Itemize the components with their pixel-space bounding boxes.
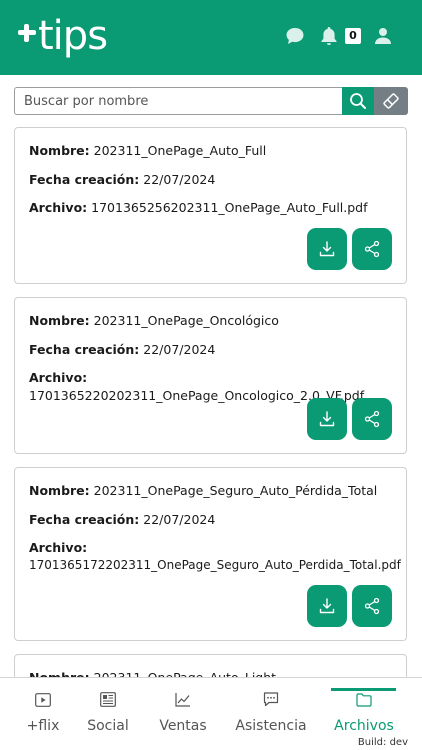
fecha-value: 22/07/2024 — [143, 172, 216, 187]
archivo-value: 1701365172202311_OnePage_Seguro_Auto_Per… — [29, 558, 401, 572]
nombre-row: Nombre: 202311_OnePage_Auto_Full — [29, 142, 266, 160]
archivo-label: Archivo: — [29, 370, 88, 385]
share-button[interactable] — [352, 398, 392, 440]
download-button[interactable] — [307, 585, 347, 627]
nombre-row: Nombre: 202311_OnePage_Oncológico — [29, 312, 279, 330]
nav-item-social[interactable]: Social — [80, 678, 136, 738]
download-icon — [319, 598, 335, 614]
nombre-value: 202311_OnePage_Seguro_Auto_Pérdida_Total — [93, 483, 378, 498]
share-icon — [364, 597, 380, 615]
share-icon — [364, 240, 380, 258]
logo-text: tips — [38, 13, 108, 59]
nombre-row: Nombre: 202311_OnePage_Seguro_Auto_Pérdi… — [29, 482, 377, 500]
archivo-label: Archivo: — [29, 200, 88, 215]
file-card: Nombre: 202311_OnePage_Oncológico Fecha … — [14, 297, 407, 454]
app-header: tips 0 — [0, 0, 422, 75]
nav-item-archivos[interactable]: Archivos — [330, 678, 398, 738]
plus-logo-icon — [18, 24, 36, 42]
nav-label: Archivos — [334, 718, 394, 734]
fecha-label: Fecha creación: — [29, 342, 140, 357]
download-icon — [319, 241, 335, 257]
folder-icon — [356, 692, 372, 711]
fecha-value: 22/07/2024 — [143, 342, 216, 357]
nombre-value: 202311_OnePage_Oncológico — [93, 313, 279, 328]
share-icon — [364, 410, 380, 428]
archivo-row: Archivo: 170136525620​2311_OnePage_Auto_… — [29, 199, 368, 217]
bell-icon[interactable] — [320, 26, 338, 50]
fecha-row: Fecha creación: 22/07/2024 — [29, 511, 215, 529]
archivo-row: Archivo: — [29, 539, 87, 557]
file-card: Nombre: 202311_OnePage_Seguro_Auto_Pérdi… — [14, 467, 407, 641]
search-bar — [14, 87, 408, 115]
nombre-label: Nombre: — [29, 313, 90, 328]
fecha-row: Fecha creación: 22/07/2024 — [29, 171, 215, 189]
nav-label: Asistencia — [235, 718, 307, 734]
archivo-value: 170136525620​2311_OnePage_Auto_Full.pdf — [91, 200, 368, 215]
clear-search-button[interactable] — [374, 87, 408, 115]
tips-logo[interactable]: tips — [18, 12, 108, 60]
nav-item-ventas[interactable]: Ventas — [154, 678, 212, 738]
file-card: Nombre: 202311_OnePage_Auto_Full Fecha c… — [14, 127, 407, 284]
notification-badge: 0 — [345, 28, 361, 44]
share-button[interactable] — [352, 585, 392, 627]
user-icon[interactable] — [375, 27, 391, 49]
archivo-label: Archivo: — [29, 540, 88, 555]
download-button[interactable] — [307, 398, 347, 440]
fecha-label: Fecha creación: — [29, 172, 140, 187]
nav-label: Social — [87, 718, 129, 734]
download-icon — [319, 411, 335, 427]
share-button[interactable] — [352, 228, 392, 270]
play-icon — [35, 692, 51, 711]
nav-label: +flix — [26, 718, 60, 734]
nav-item-asistencia[interactable]: Asistencia — [232, 678, 310, 738]
nav-label: Ventas — [159, 718, 207, 734]
fecha-row: Fecha creación: 22/07/2024 — [29, 341, 215, 359]
message-icon — [263, 692, 279, 711]
search-input[interactable] — [14, 87, 342, 115]
trend-chart-icon — [175, 692, 191, 711]
nombre-label: Nombre: — [29, 143, 90, 158]
eraser-icon — [383, 93, 399, 109]
build-label: Build: dev — [357, 737, 408, 748]
nombre-value: 202311_OnePage_Auto_Full — [93, 143, 267, 158]
download-button[interactable] — [307, 228, 347, 270]
chat-icon[interactable] — [285, 26, 305, 50]
nav-item-flix[interactable]: +flix — [14, 678, 72, 738]
fecha-value: 22/07/2024 — [143, 512, 216, 527]
nombre-label: Nombre: — [29, 483, 90, 498]
fecha-label: Fecha creación: — [29, 512, 140, 527]
archivo-row: Archivo: 1701365220202311_OnePage_Oncolo… — [29, 369, 406, 405]
newspaper-icon — [100, 692, 116, 711]
search-button[interactable] — [342, 87, 374, 115]
